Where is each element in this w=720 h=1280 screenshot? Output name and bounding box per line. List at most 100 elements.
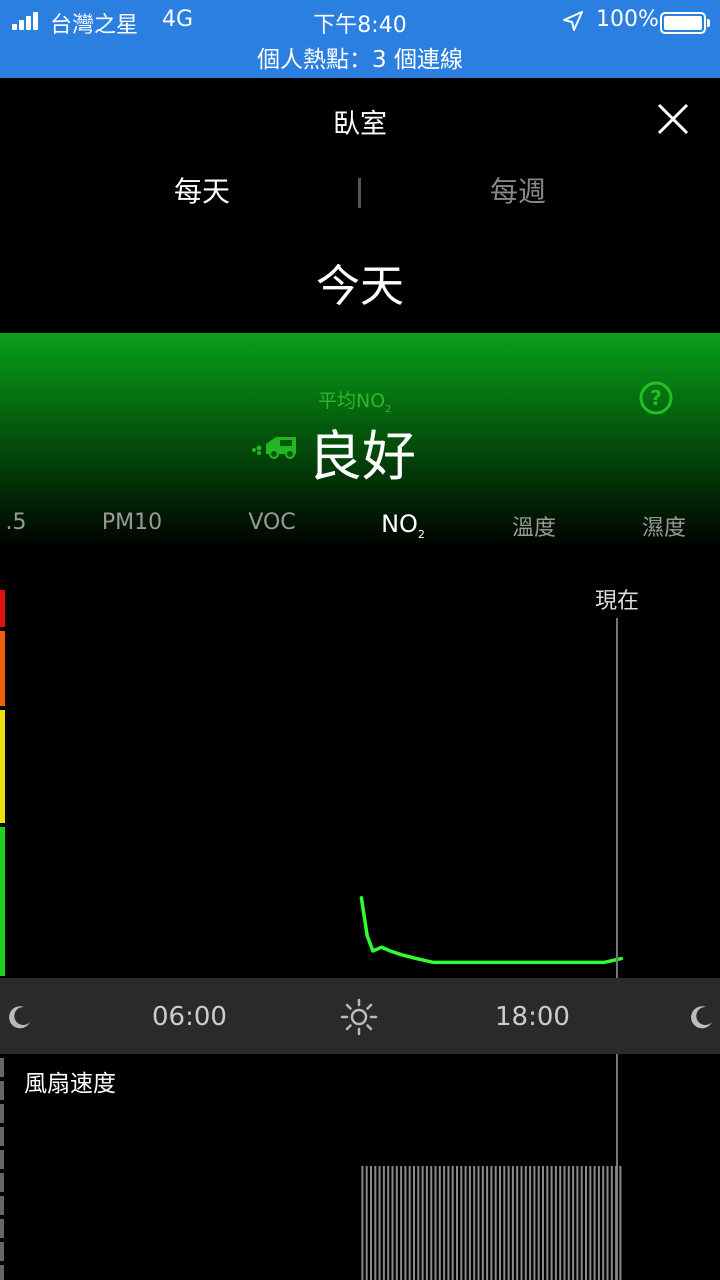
fan-speed-bar bbox=[542, 1166, 544, 1280]
no2-chart bbox=[359, 896, 624, 965]
fan-speed-bar bbox=[606, 1166, 609, 1280]
fan-speed-bar bbox=[516, 1166, 519, 1280]
fan-speed-bar bbox=[400, 1166, 403, 1280]
hotspot-banner[interactable]: 個人熱點：3 個連線 bbox=[0, 40, 720, 74]
fan-scale-tick bbox=[0, 1173, 4, 1192]
fan-speed-bar bbox=[447, 1166, 450, 1280]
fan-speed-label: 風扇速度 bbox=[24, 1071, 116, 1097]
fan-speed-bar bbox=[443, 1166, 446, 1280]
fan-speed-bar bbox=[520, 1166, 523, 1280]
air-quality-status: 良好 bbox=[308, 425, 416, 488]
fan-speed-bar bbox=[387, 1166, 390, 1280]
fan-speed-bar bbox=[374, 1166, 377, 1280]
status-bar: 台灣之星 4G 下午8:40 100% 個人熱點：3 個連線 bbox=[0, 0, 720, 78]
fan-speed-bar bbox=[619, 1166, 622, 1280]
fan-speed-bar bbox=[507, 1166, 510, 1280]
fan-speed-bar bbox=[361, 1166, 364, 1280]
segment-divider bbox=[358, 178, 361, 208]
fan-speed-bar bbox=[563, 1166, 566, 1280]
fan-speed-bar bbox=[499, 1166, 501, 1280]
fan-speed-bar bbox=[576, 1166, 579, 1280]
fan-speed-bar bbox=[468, 1166, 471, 1280]
date-label: 今天 bbox=[316, 261, 404, 312]
tab-pm25[interactable]: .5 bbox=[0, 510, 36, 535]
tab-temperature[interactable]: 溫度 bbox=[494, 510, 574, 542]
fan-speed-bar bbox=[451, 1166, 454, 1280]
fan-speed-bar bbox=[550, 1166, 553, 1280]
fan-speed-bar bbox=[511, 1166, 514, 1280]
fan-speed-bar bbox=[438, 1166, 441, 1280]
fan-speed-bar bbox=[382, 1166, 385, 1280]
fan-scale-tick bbox=[0, 1058, 4, 1077]
fan-speed-bar bbox=[417, 1166, 420, 1280]
fan-speed-bar bbox=[593, 1166, 596, 1280]
axis-tick-0600: 06:00 bbox=[152, 1002, 227, 1032]
fan-speed-bar bbox=[481, 1166, 484, 1280]
tab-no2[interactable]: NO2 bbox=[368, 510, 438, 541]
fan-scale-tick bbox=[0, 1127, 4, 1146]
fan-speed-bar bbox=[524, 1166, 527, 1280]
battery-percent: 100% bbox=[596, 7, 659, 32]
no2-series-line bbox=[359, 896, 624, 965]
fan-speed-bar bbox=[537, 1166, 540, 1280]
fan-speed-bar bbox=[413, 1166, 415, 1280]
fan-speed-bar bbox=[580, 1166, 583, 1280]
svg-text:?: ? bbox=[650, 386, 662, 410]
tab-pm10[interactable]: PM10 bbox=[92, 510, 172, 535]
fan-speed-bar bbox=[554, 1166, 557, 1280]
fan-speed-bar bbox=[559, 1166, 562, 1280]
close-icon[interactable] bbox=[650, 96, 696, 142]
fan-speed-bar bbox=[430, 1166, 433, 1280]
fan-speed-bar bbox=[494, 1166, 497, 1280]
now-label: 現在 bbox=[594, 589, 639, 614]
fan-speed-bar bbox=[503, 1166, 506, 1280]
fan-speed-bar bbox=[486, 1166, 489, 1280]
fan-speed-bar bbox=[615, 1166, 618, 1280]
fan-speed-bar bbox=[529, 1166, 532, 1280]
segment-weekly[interactable]: 每週 bbox=[458, 170, 578, 210]
fan-speed-bar bbox=[391, 1166, 394, 1280]
fan-speed-bar bbox=[395, 1166, 398, 1280]
fan-scale-tick bbox=[0, 1196, 4, 1215]
fan-speed-bar bbox=[477, 1166, 480, 1280]
fan-speed-bar bbox=[365, 1166, 368, 1280]
moon-icon bbox=[691, 1006, 712, 1029]
fan-speed-bar bbox=[602, 1166, 605, 1280]
fan-speed-bar bbox=[404, 1166, 407, 1280]
fan-scale-tick bbox=[0, 1219, 4, 1238]
fan-speed-bar bbox=[597, 1166, 600, 1280]
car-icon bbox=[252, 437, 296, 459]
moon-icon bbox=[9, 1006, 30, 1029]
fan-speed-bar bbox=[473, 1166, 476, 1280]
tab-humidity[interactable]: 濕度 bbox=[624, 510, 704, 542]
sun-icon bbox=[340, 998, 378, 1036]
fan-speed-bar bbox=[378, 1166, 381, 1280]
segment-daily[interactable]: 每天 bbox=[142, 170, 262, 210]
fan-speed-bar bbox=[585, 1166, 587, 1280]
fan-scale-tick bbox=[0, 1104, 4, 1123]
fan-speed-bar bbox=[567, 1166, 570, 1280]
fan-speed-bar bbox=[425, 1166, 428, 1280]
fan-speed-bar bbox=[546, 1166, 549, 1280]
fan-scale-tick bbox=[0, 1242, 4, 1261]
location-arrow-icon bbox=[563, 11, 583, 31]
fan-speed-bar bbox=[533, 1166, 536, 1280]
average-label: 平均NO2 bbox=[318, 390, 392, 415]
help-circle-icon[interactable]: ? bbox=[638, 380, 674, 416]
page-title: 臥室 bbox=[333, 109, 387, 140]
fan-speed-bar bbox=[610, 1166, 613, 1280]
fan-speed-bar bbox=[370, 1166, 372, 1280]
fan-speed-bar bbox=[434, 1166, 437, 1280]
axis-tick-1800: 18:00 bbox=[495, 1002, 570, 1032]
fan-speed-bar bbox=[421, 1166, 424, 1280]
tab-voc[interactable]: VOC bbox=[232, 510, 312, 535]
fan-speed-bar bbox=[490, 1166, 493, 1280]
fan-speed-bar bbox=[464, 1166, 467, 1280]
fan-speed-bar bbox=[572, 1166, 575, 1280]
fan-speed-bar bbox=[589, 1166, 592, 1280]
fan-scale-tick bbox=[0, 1265, 4, 1280]
fan-scale-tick bbox=[0, 1081, 4, 1100]
fan-speed-bar bbox=[456, 1166, 458, 1280]
fan-speed-bar bbox=[460, 1166, 463, 1280]
battery-icon bbox=[660, 12, 710, 34]
